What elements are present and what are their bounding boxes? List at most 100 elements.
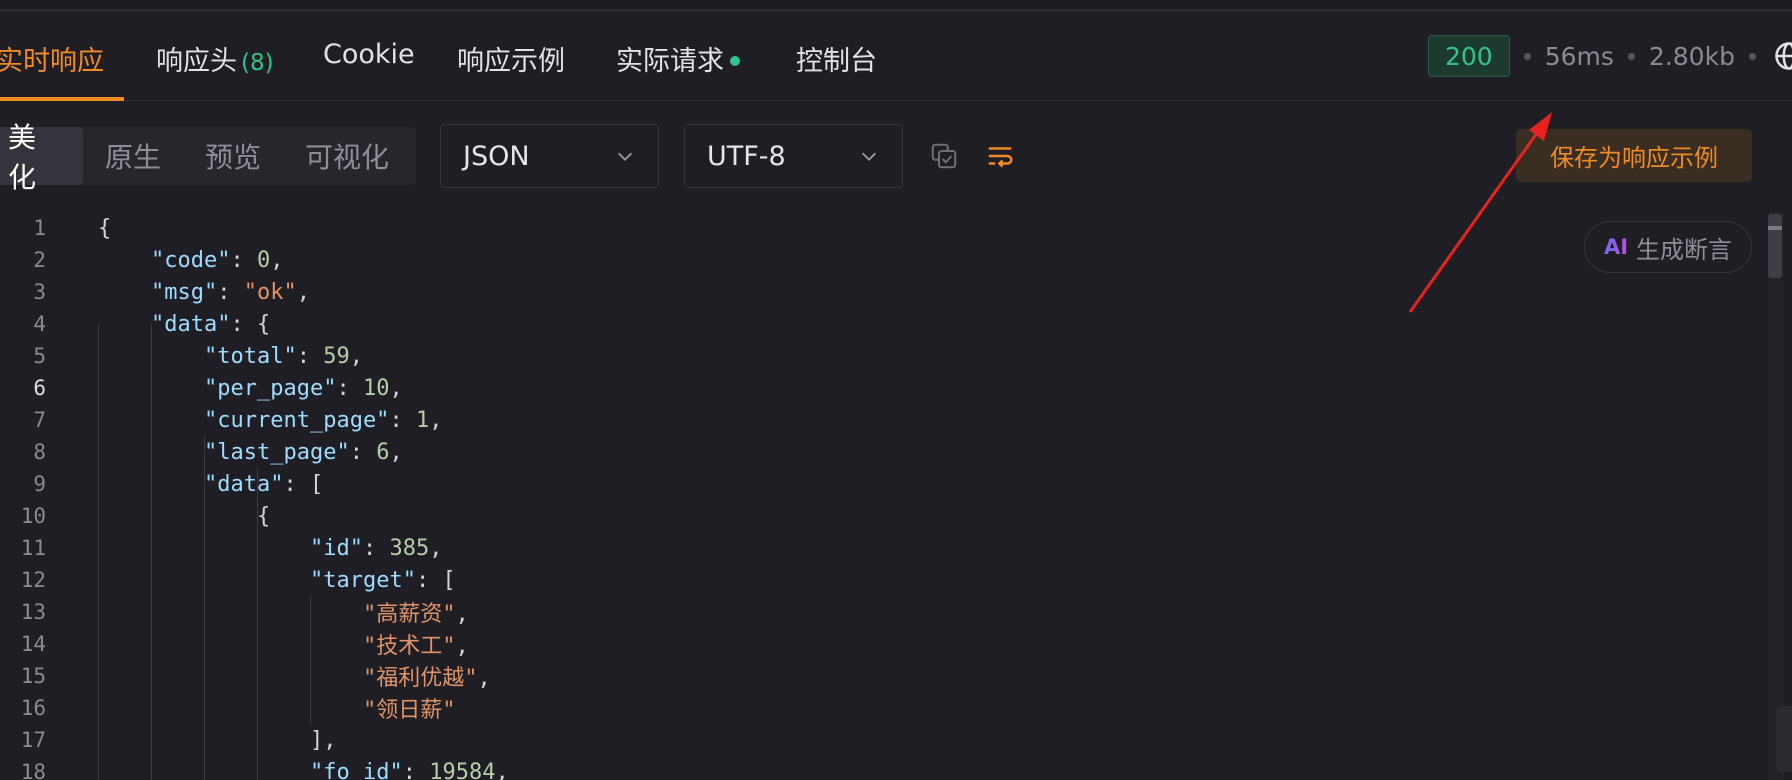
scrollbar-marker (1768, 226, 1782, 230)
side-panel-handle[interactable] (1776, 706, 1792, 772)
code-token: "data" (151, 311, 231, 337)
code-line: 10 { (0, 500, 1760, 532)
code-token: "高薪资" (363, 602, 456, 627)
view-mode-pretty[interactable]: 美化 (0, 121, 83, 194)
code-token: { (257, 503, 271, 529)
code-text: ], (310, 728, 337, 753)
chevron-down-icon (617, 152, 633, 161)
line-number: 7 (33, 408, 46, 432)
line-number: 6 (33, 376, 46, 400)
code-token: 0 (256, 247, 271, 273)
code-token: 6 (376, 439, 390, 465)
code-text: "id": 385, (310, 536, 442, 561)
separator-dot (1523, 52, 1531, 60)
code-text: "技术工", (363, 628, 469, 660)
code-line: 18 "fo_id": 19584, (0, 756, 1760, 780)
response-time: 56ms (1544, 41, 1614, 71)
response-tab-bar: 实时响应 响应头 (8) Cookie 响应示例 实际请求 控制台 200 56m… (0, 11, 1792, 101)
code-token: : (296, 343, 324, 369)
encoding-select-value: UTF-8 (707, 140, 786, 172)
code-text: "fo_id": 19584, (310, 760, 509, 780)
code-token: "技术工" (363, 634, 456, 659)
code-line: 14 "技术工", (0, 628, 1760, 660)
code-token: , (296, 279, 310, 305)
globe-icon[interactable] (1774, 41, 1792, 71)
generate-assertion-label: 生成断言 (1636, 235, 1733, 264)
code-token: 1 (415, 407, 430, 433)
code-line: 2 "code": 0, (0, 244, 1760, 276)
code-line: 12 "target": [ (0, 564, 1760, 596)
encoding-select[interactable]: UTF-8 (684, 124, 903, 188)
active-tab-indicator (0, 97, 124, 101)
code-token: "msg" (151, 279, 218, 305)
code-token: , (389, 439, 403, 465)
code-token: "fo_id" (310, 759, 403, 780)
view-mode-raw[interactable]: 原生 (83, 127, 183, 185)
line-number: 11 (20, 536, 46, 560)
code-text: "per_page": 10, (204, 376, 403, 401)
code-token: , (270, 247, 284, 273)
code-token: , (429, 407, 443, 433)
code-line: 6 "per_page": 10, (0, 372, 1760, 404)
code-line: 7 "current_page": 1, (0, 404, 1760, 436)
code-line: 13 "高薪资", (0, 596, 1760, 628)
code-text: "code": 0, (151, 248, 283, 273)
view-mode-visualize[interactable]: 可视化 (283, 127, 411, 185)
code-text: "高薪资", (363, 596, 469, 628)
code-line: 5 "total": 59, (0, 340, 1760, 372)
save-as-example-button[interactable]: 保存为响应示例 (1516, 129, 1752, 182)
line-number: 18 (20, 760, 46, 780)
copy-icon[interactable] (929, 141, 959, 171)
code-editor[interactable]: 1{2 "code": 0, 3 "msg": "ok", 4 "data": {5 "to… (0, 212, 1770, 780)
tab-realtime-response[interactable]: 实时响应 (0, 39, 104, 78)
tab-response-headers[interactable]: 响应头 (8) (156, 39, 274, 78)
code-token: "id" (310, 535, 363, 561)
code-token: : (402, 759, 430, 780)
format-select[interactable]: JSON (440, 124, 659, 188)
code-token: : { (230, 311, 271, 337)
code-token: , (495, 759, 509, 780)
code-text: "total": 59, (204, 344, 363, 369)
code-token: : (362, 535, 390, 561)
view-mode-preview[interactable]: 预览 (183, 127, 283, 185)
code-token: , (389, 375, 403, 401)
tab-response-example[interactable]: 响应示例 (457, 39, 565, 78)
code-token: , (455, 602, 469, 627)
line-number: 8 (33, 440, 46, 464)
tab-actual-request[interactable]: 实际请求 (616, 39, 740, 78)
code-line: 15 "福利优越", (0, 660, 1760, 692)
code-token: { (98, 215, 112, 241)
code-line: 8 "last_page": 6, (0, 436, 1760, 468)
editor-scrollbar[interactable] (1768, 212, 1784, 780)
code-text: "领日薪" (363, 692, 456, 724)
code-token: "last_page" (204, 439, 350, 465)
line-number: 14 (20, 632, 46, 656)
code-text: "last_page": 6, (204, 440, 403, 465)
code-token: : [ (415, 567, 456, 593)
code-token: "per_page" (204, 375, 337, 401)
wrap-icon[interactable] (985, 141, 1015, 171)
code-token: "ok" (243, 279, 297, 305)
code-text: "福利优越", (363, 660, 491, 692)
line-number: 3 (33, 280, 46, 304)
status-code-badge: 200 (1428, 35, 1510, 77)
code-line: 1{ (0, 212, 1760, 244)
tab-cookie[interactable]: Cookie (323, 39, 415, 70)
code-token: : (336, 375, 363, 401)
code-token: : (389, 407, 416, 433)
code-token: ], (310, 727, 337, 753)
chevron-down-icon (861, 152, 877, 161)
line-number: 4 (33, 312, 46, 336)
code-line: 16 "领日薪" (0, 692, 1760, 724)
code-token: "data" (204, 471, 284, 497)
code-token: 385 (389, 535, 430, 561)
scrollbar-thumb[interactable] (1768, 214, 1782, 278)
tab-console[interactable]: 控制台 (796, 39, 877, 78)
code-token: "领日薪" (363, 698, 456, 723)
generate-assertion-button[interactable]: AI 生成断言 (1584, 221, 1752, 273)
code-line: 9 "data": [ (0, 468, 1760, 500)
code-line: 17], (0, 724, 1760, 756)
line-number: 5 (33, 344, 46, 368)
code-token: "current_page" (204, 407, 390, 433)
response-status-area: 200 56ms 2.80kb (1428, 35, 1792, 77)
